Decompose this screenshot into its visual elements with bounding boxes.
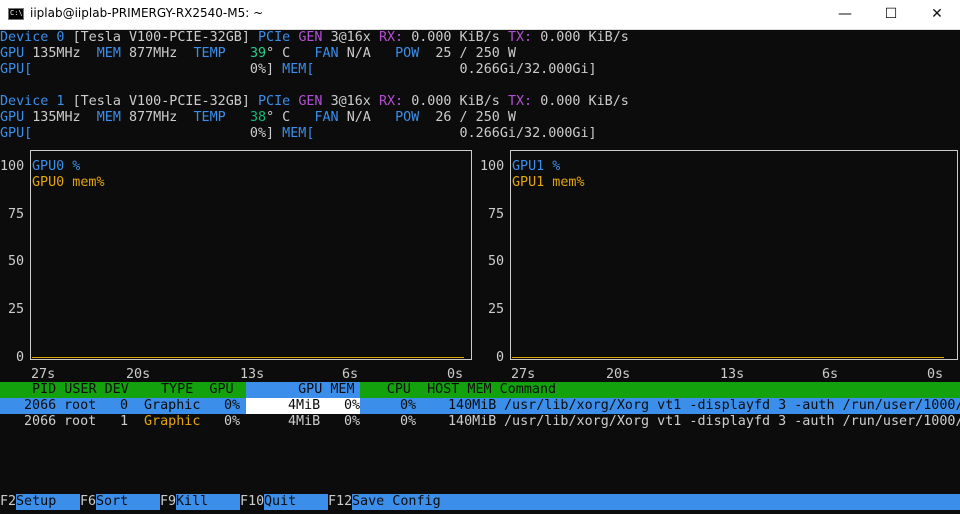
gpu-mem-pct-cell: 0% (344, 398, 361, 413)
terminal-area[interactable]: Device 0 [Tesla V100-PCIE-32GB] PCIe GEN… (0, 30, 960, 514)
device-0-line-1: Device 0 [Tesla V100-PCIE-32GB] PCIe GEN… (0, 30, 629, 46)
legend-gpu0-mem: GPU0 mem% (32, 175, 105, 190)
device-label: Device 0 (0, 30, 65, 45)
legend-gpu1-mem: GPU1 mem% (512, 175, 585, 190)
x-tick: 0s (447, 367, 464, 382)
cpu-cell: 0% (400, 398, 417, 413)
y-tick: 100 (480, 159, 505, 174)
temp-value: 39 (249, 46, 267, 61)
y-tick: 50 (8, 254, 25, 269)
pid-cell: 2066 (24, 414, 57, 429)
close-button[interactable]: ✕ (914, 0, 960, 30)
mem-clock: 877MHz (129, 46, 178, 61)
gpu-mem-cell: 4MiB (288, 398, 321, 413)
host-mem-cell: 140MiB (448, 398, 497, 413)
pcie-label: PCIe (258, 30, 291, 45)
device-label: Device 1 (0, 94, 65, 109)
user-cell: root (64, 398, 97, 413)
maximize-button[interactable]: ☐ (868, 0, 914, 30)
y-tick: 0 (496, 350, 505, 365)
device-model: [Tesla V100-PCIE-32GB] (72, 94, 250, 109)
f9-key: F9 (160, 494, 177, 509)
save-config-button[interactable]: Save Config (352, 494, 960, 510)
host-mem-cell: 140MiB (448, 414, 497, 429)
x-tick: 13s (720, 367, 745, 382)
x-tick: 27s (511, 367, 536, 382)
y-tick: 25 (8, 302, 25, 317)
quit-button[interactable]: Quit (264, 494, 328, 510)
f10-key: F10 (240, 494, 265, 509)
process-table-header[interactable]: PID USER DEV TYPE GPU GPU MEM CPU HOST M… (24, 382, 556, 398)
user-cell: root (64, 414, 97, 429)
dev-cell: 0 (120, 398, 129, 413)
cpu-cell: 0% (400, 414, 417, 429)
device-1-line-3: GPU[ 0%] MEM[ 0.266Gi/32.000Gi] (0, 126, 597, 141)
window-title: iiplab@iiplab-PRIMERGY-RX2540-M5: ~ (30, 6, 264, 20)
y-tick: 50 (488, 254, 505, 269)
gpu0-mem-series-line (32, 357, 464, 358)
window-titlebar: C:\ iiplab@iiplab-PRIMERGY-RX2540-M5: ~ … (0, 0, 960, 30)
power-value: 26 / 250 W (435, 110, 516, 125)
rx-label: RX: (378, 30, 404, 45)
function-key-bar: F2 Setup F6 Sort F9 Kill F10 Quit F12 Sa… (0, 494, 960, 510)
x-tick: 20s (606, 367, 631, 382)
x-tick: 27s (31, 367, 56, 382)
device-0-line-2: GPU 135MHz MEM 877MHz TEMP 39° C FAN N/A… (0, 46, 516, 61)
type-cell: Graphic (144, 414, 201, 429)
temp-value: 38 (249, 110, 267, 125)
y-tick: 75 (8, 207, 25, 222)
gpu1-mem-series-line (512, 357, 944, 358)
gen-label: GEN (298, 30, 323, 45)
x-tick: 13s (240, 367, 265, 382)
y-tick: 100 (0, 159, 25, 174)
device-1-line-2: GPU 135MHz MEM 877MHz TEMP 38° C FAN N/A… (0, 110, 516, 125)
x-tick: 6s (342, 367, 359, 382)
x-tick: 20s (126, 367, 151, 382)
command-cell: /usr/lib/xorg/Xorg vt1 -displayfd 3 -aut… (504, 398, 960, 413)
power-value: 25 / 250 W (435, 46, 516, 61)
gen-value: 3@16x (330, 30, 371, 45)
rx-value: 0.000 KiB/s (411, 30, 500, 45)
fan-value: N/A (346, 46, 371, 61)
kill-button[interactable]: Kill (176, 494, 240, 510)
device-0-line-3: GPU[ 0%] MEM[ 0.266Gi/32.000Gi] (0, 62, 597, 77)
gpu-cell: 0% (224, 398, 241, 413)
terminal-icon: C:\ (8, 8, 24, 20)
mem-usage-bar: 0.266Gi/32.000Gi] (459, 62, 597, 77)
device-1-line-1: Device 1 [Tesla V100-PCIE-32GB] PCIe GEN… (0, 94, 629, 109)
y-tick: 25 (488, 302, 505, 317)
sort-button[interactable]: Sort (96, 494, 160, 510)
pid-cell: 2066 (24, 398, 57, 413)
y-tick: 0 (16, 350, 25, 365)
setup-button[interactable]: Setup (16, 494, 80, 510)
x-tick: 0s (927, 367, 944, 382)
y-tick: 75 (488, 207, 505, 222)
x-tick: 6s (822, 367, 839, 382)
command-cell: /usr/lib/xorg/Xorg vt1 -displayfd 3 -aut… (504, 414, 960, 429)
legend-gpu0-util: GPU0 % (32, 159, 81, 174)
device-model: [Tesla V100-PCIE-32GB] (72, 30, 250, 45)
minimize-button[interactable]: — (822, 0, 868, 30)
gpu-mem-cell: 4MiB (288, 414, 321, 429)
legend-gpu1-util: GPU1 % (512, 159, 561, 174)
gpu-usage-bar: 0%] (249, 62, 275, 77)
type-cell: Graphic (144, 398, 201, 413)
f6-key: F6 (80, 494, 97, 509)
dev-cell: 1 (120, 414, 129, 429)
gpu-mem-pct-cell: 0% (344, 414, 361, 429)
tx-label: TX: (507, 30, 533, 45)
gpu-cell: 0% (224, 414, 241, 429)
tx-value: 0.000 KiB/s (540, 30, 629, 45)
f12-key: F12 (328, 494, 353, 509)
f2-key: F2 (0, 494, 17, 509)
gpu-clock: 135MHz (32, 46, 81, 61)
